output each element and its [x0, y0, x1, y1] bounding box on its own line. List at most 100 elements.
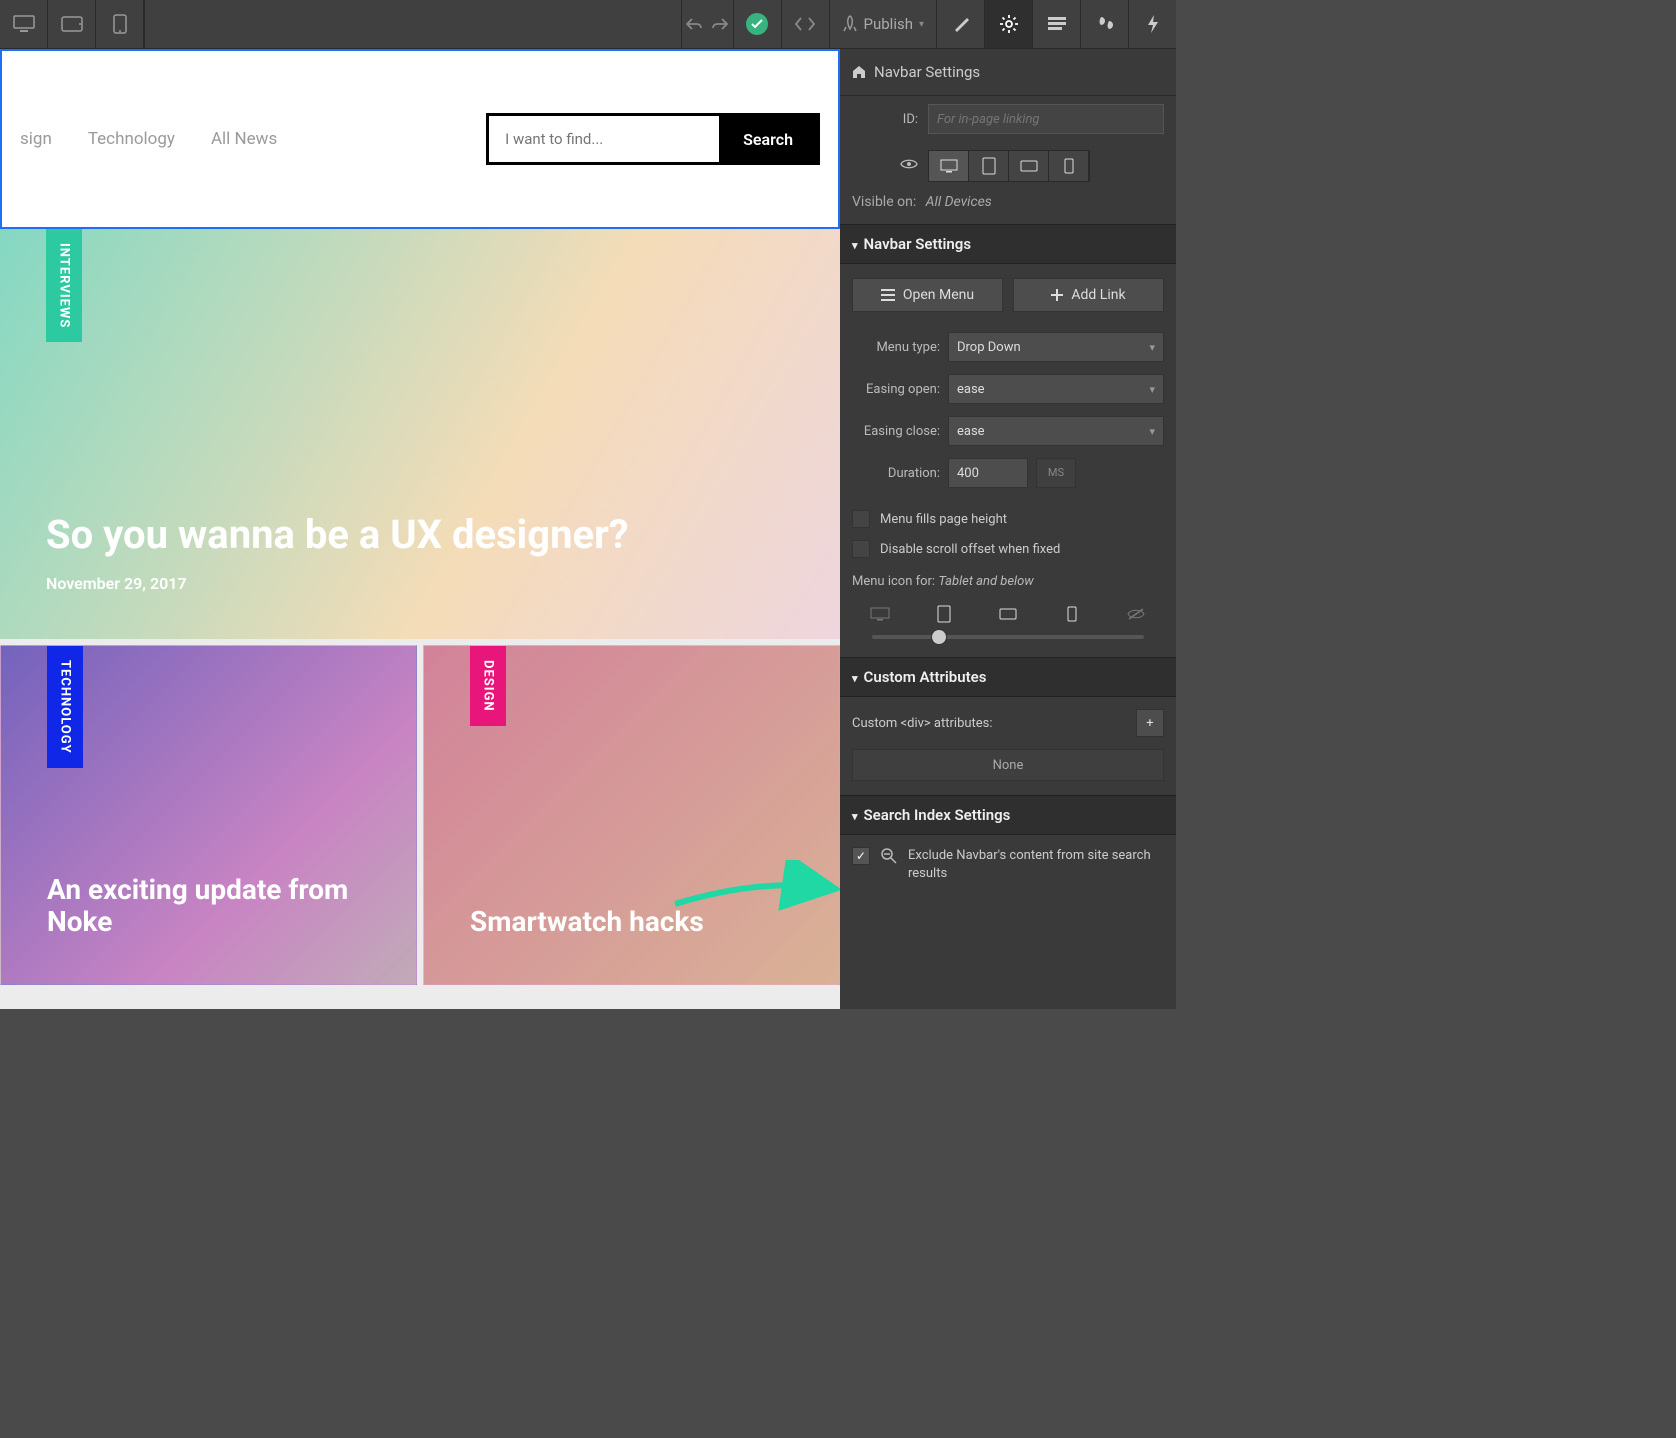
- visible-on-label: Visible on:: [852, 194, 916, 210]
- interactions-tab[interactable]: [1128, 0, 1176, 48]
- hamburger-icon: [881, 289, 895, 301]
- tablet-preview-button[interactable]: [48, 0, 96, 48]
- easing-close-label: Easing close:: [852, 424, 940, 439]
- effects-tab[interactable]: [1080, 0, 1128, 48]
- site-navbar[interactable]: sign Technology All News Search: [0, 49, 840, 229]
- style-tab[interactable]: [936, 0, 984, 48]
- custom-attr-header: Custom Attributes: [864, 668, 987, 686]
- add-link-button[interactable]: Add Link: [1013, 278, 1164, 312]
- easing-open-value: ease: [957, 382, 985, 397]
- menu-icon-for-value: Tablet and below: [938, 574, 1033, 589]
- easing-close-value: ease: [957, 424, 985, 439]
- menu-type-select[interactable]: Drop Down: [948, 332, 1164, 362]
- exclude-label: Exclude Navbar's content from site searc…: [908, 847, 1164, 883]
- duration-unit: MS: [1036, 458, 1076, 488]
- layout-tab[interactable]: [1032, 0, 1080, 48]
- slider-hidden-icon: [1124, 605, 1148, 623]
- slider-knob[interactable]: [932, 630, 946, 644]
- easing-open-label: Easing open:: [852, 382, 940, 397]
- card2-title: Smartwatch hacks: [470, 906, 704, 938]
- search-exclude-icon: [880, 847, 898, 865]
- undo-button[interactable]: [681, 0, 707, 48]
- eye-icon: [900, 158, 918, 170]
- chevron-down-icon: [1149, 340, 1155, 355]
- search-form: Search: [486, 113, 820, 165]
- disable-scroll-label: Disable scroll offset when fixed: [880, 542, 1060, 557]
- hero-card[interactable]: INTERVIEWS So you wanna be a UX designer…: [0, 229, 840, 639]
- card-technology[interactable]: TECHNOLOGY An exciting update from Noke: [0, 645, 417, 985]
- search-input[interactable]: [489, 116, 719, 162]
- plus-icon: [1051, 289, 1063, 301]
- slider-track[interactable]: [872, 635, 1144, 639]
- card-design[interactable]: DESIGN Smartwatch hacks: [423, 645, 840, 985]
- publish-button[interactable]: Publish ▾: [829, 0, 936, 48]
- visibility-eye: [852, 158, 918, 174]
- vis-tablet-landscape[interactable]: [1009, 151, 1049, 181]
- add-link-label: Add Link: [1071, 287, 1125, 303]
- open-menu-button[interactable]: Open Menu: [852, 278, 1003, 312]
- nav-link-design[interactable]: sign: [20, 129, 52, 149]
- status-indicator[interactable]: [733, 0, 781, 48]
- chevron-down-icon: [1149, 382, 1155, 397]
- search-index-header: Search Index Settings: [864, 806, 1011, 824]
- caret-down-icon: [852, 806, 858, 824]
- card1-title: An exciting update from Noke: [47, 874, 416, 938]
- nav-link-all-news[interactable]: All News: [211, 129, 277, 149]
- disable-scroll-checkbox[interactable]: Disable scroll offset when fixed: [840, 534, 1176, 564]
- search-index-section[interactable]: Search Index Settings: [840, 795, 1176, 835]
- id-input[interactable]: [928, 104, 1164, 134]
- menu-fills-label: Menu fills page height: [880, 512, 1007, 527]
- desktop-preview-button[interactable]: [0, 0, 48, 48]
- phone-preview-button[interactable]: [96, 0, 144, 48]
- card1-tag-label: TECHNOLOGY: [58, 660, 73, 754]
- panel-tabs: [936, 0, 1176, 48]
- top-toolbar: Publish ▾: [0, 0, 1176, 49]
- duration-label: Duration:: [852, 466, 940, 481]
- breadcrumb: Navbar Settings: [840, 49, 1176, 96]
- add-attribute-button[interactable]: +: [1136, 709, 1164, 737]
- menu-type-label: Menu type:: [852, 340, 940, 355]
- vis-phone[interactable]: [1049, 151, 1089, 181]
- rocket-icon: [842, 15, 858, 33]
- breadcrumb-label: Navbar Settings: [874, 63, 980, 81]
- chevron-down-icon: [1149, 424, 1155, 439]
- easing-open-select[interactable]: ease: [948, 374, 1164, 404]
- menu-type-value: Drop Down: [957, 340, 1021, 355]
- card2-tag: DESIGN: [470, 646, 506, 726]
- visible-on-value: All Devices: [926, 194, 992, 210]
- menu-fills-checkbox[interactable]: Menu fills page height: [840, 504, 1176, 534]
- vis-desktop[interactable]: [929, 151, 969, 181]
- slider-phone-icon: [1060, 605, 1084, 623]
- home-icon: [852, 65, 866, 79]
- caret-down-icon: [852, 668, 858, 686]
- caret-down-icon: [852, 235, 858, 253]
- search-button[interactable]: Search: [719, 116, 817, 162]
- card1-tag: TECHNOLOGY: [47, 646, 83, 768]
- menu-icon-for-label: Menu icon for:: [852, 574, 935, 589]
- settings-tab[interactable]: [984, 0, 1032, 48]
- slider-landscape-icon: [996, 605, 1020, 623]
- hero-tag-label: INTERVIEWS: [57, 243, 72, 328]
- redo-button[interactable]: [707, 0, 733, 48]
- settings-panel: Navbar Settings ID: Visible on: All Devi…: [840, 49, 1176, 1009]
- menu-icon-device-slider[interactable]: [840, 593, 1176, 629]
- code-button[interactable]: [781, 0, 829, 48]
- design-canvas[interactable]: sign Technology All News Search INTERVIE…: [0, 49, 840, 1009]
- navbar-settings-section[interactable]: Navbar Settings: [840, 224, 1176, 264]
- card2-tag-label: DESIGN: [481, 660, 496, 712]
- visibility-devices: [928, 150, 1090, 182]
- easing-close-select[interactable]: ease: [948, 416, 1164, 446]
- exclude-checkbox[interactable]: ✓: [852, 847, 870, 865]
- custom-attr-empty: None: [852, 749, 1164, 781]
- nav-link-technology[interactable]: Technology: [88, 129, 175, 149]
- hero-title: So you wanna be a UX designer?: [46, 511, 629, 558]
- publish-label: Publish: [864, 15, 913, 33]
- device-preview-group: [0, 0, 145, 48]
- id-label: ID:: [852, 112, 918, 127]
- vis-tablet[interactable]: [969, 151, 1009, 181]
- chevron-down-icon: ▾: [919, 19, 924, 30]
- custom-attributes-section[interactable]: Custom Attributes: [840, 657, 1176, 697]
- hero-tag: INTERVIEWS: [46, 229, 82, 342]
- hero-date: November 29, 2017: [46, 574, 629, 593]
- duration-input[interactable]: [948, 458, 1028, 488]
